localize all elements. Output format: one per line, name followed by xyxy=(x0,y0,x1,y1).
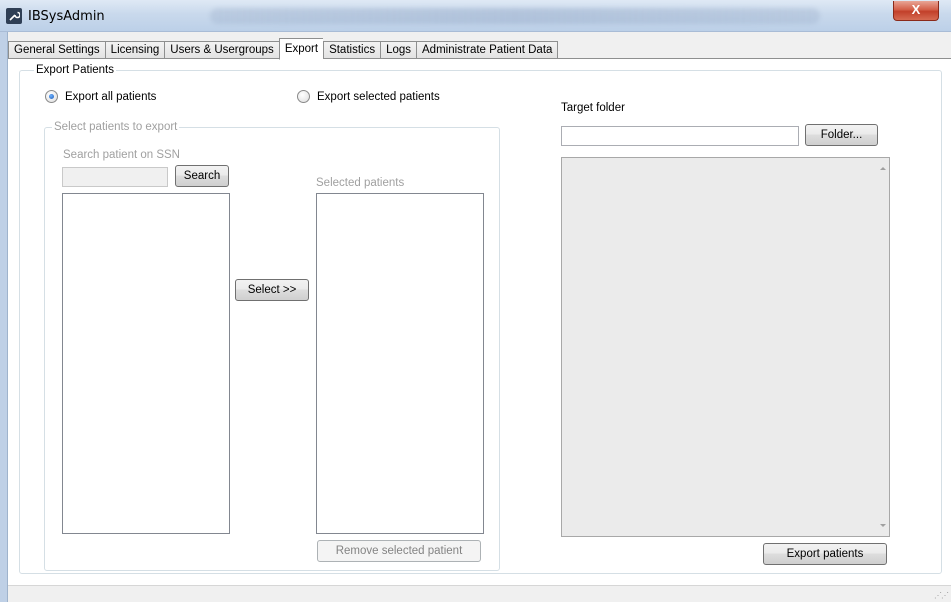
tab-strip: General Settings Licensing Users & Userg… xyxy=(8,38,559,60)
search-ssn-label: Search patient on SSN xyxy=(63,149,180,161)
selected-patients-label: Selected patients xyxy=(316,177,405,189)
close-window-button[interactable]: X xyxy=(893,1,939,21)
tab-licensing[interactable]: Licensing xyxy=(104,41,165,59)
scroll-up-arrow-icon[interactable] xyxy=(880,167,886,170)
tab-logs[interactable]: Logs xyxy=(380,41,417,59)
tab-administrate-patient-data[interactable]: Administrate Patient Data xyxy=(416,41,559,59)
tab-users-usergroups[interactable]: Users & Usergroups xyxy=(164,41,279,59)
radio-checked-icon[interactable] xyxy=(45,90,58,103)
selected-patients-list[interactable] xyxy=(316,193,484,534)
select-patient-button[interactable]: Select >> xyxy=(235,279,309,301)
tab-general-settings[interactable]: General Settings xyxy=(8,41,105,59)
radio-export-all-label: Export all patients xyxy=(65,90,157,103)
export-patients-group-title: Export Patients xyxy=(34,64,116,76)
radio-export-selected[interactable]: Export selected patients xyxy=(297,90,440,103)
target-folder-input[interactable] xyxy=(561,126,799,146)
blurred-taskbar-area xyxy=(210,8,820,24)
resize-grip-icon[interactable]: ⋰⋰ xyxy=(934,591,949,600)
patient-search-results-list[interactable] xyxy=(62,193,230,534)
status-bar: ⋰⋰ xyxy=(8,585,951,602)
radio-export-selected-label: Export selected patients xyxy=(317,90,440,103)
target-folder-preview-area xyxy=(561,157,890,537)
tab-statistics[interactable]: Statistics xyxy=(323,41,381,59)
search-button[interactable]: Search xyxy=(175,165,229,187)
radio-unchecked-icon[interactable] xyxy=(297,90,310,103)
title-bar: IBSysAdmin X xyxy=(0,0,951,32)
target-folder-label: Target folder xyxy=(561,102,625,114)
folder-browse-button[interactable]: Folder... xyxy=(805,124,878,146)
export-patients-button[interactable]: Export patients xyxy=(763,543,887,565)
scroll-down-arrow-icon[interactable] xyxy=(880,524,886,527)
tab-export[interactable]: Export xyxy=(278,38,324,60)
window-title: IBSysAdmin xyxy=(28,9,105,24)
remove-selected-patient-button[interactable]: Remove selected patient xyxy=(317,540,481,562)
radio-export-all[interactable]: Export all patients xyxy=(45,90,156,103)
window-frame-left xyxy=(0,32,8,602)
select-patients-group-title: Select patients to export xyxy=(52,121,180,133)
export-tab-panel: Export Patients Export all patients Expo… xyxy=(8,58,951,602)
ssn-search-input[interactable] xyxy=(62,167,168,187)
app-wrench-icon xyxy=(6,8,22,24)
